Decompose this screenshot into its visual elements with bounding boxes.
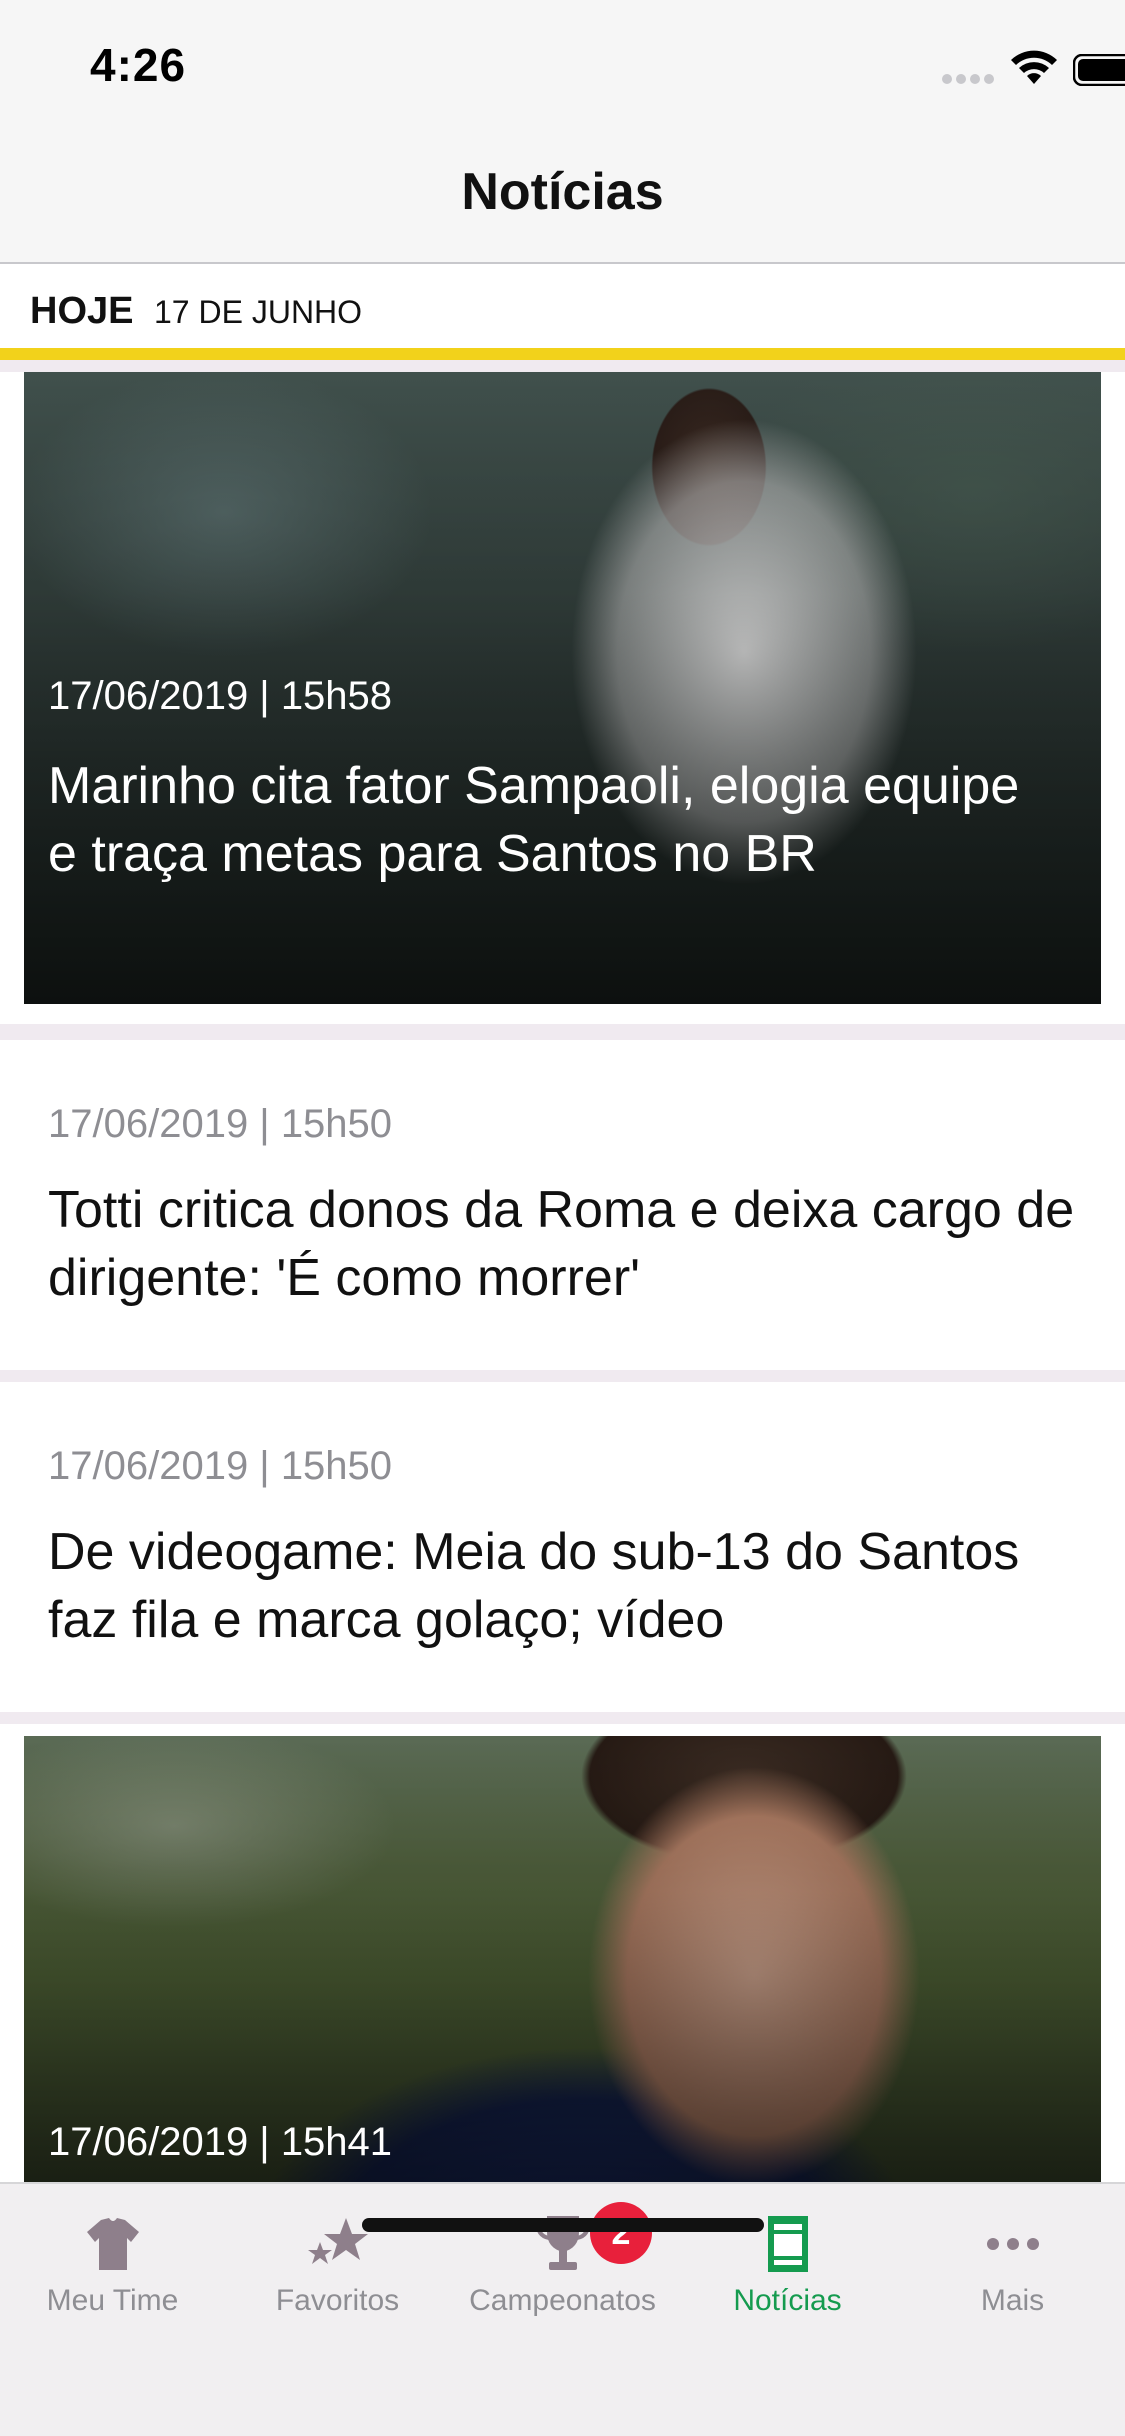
news-datetime: 17/06/2019 | 15h50 [48,1444,393,1488]
notification-badge: 2 [590,2202,652,2264]
news-card[interactable]: 17/06/2019 | 15h41 [0,1724,1125,2182]
page-title: Notícias [461,163,664,221]
news-title: Marinho cita fator Sampaoli, elogia equi… [48,757,1020,883]
news-card[interactable]: 17/06/2019 | 15h50 Totti critica donos d… [0,1040,1125,1370]
today-label: HOJE [30,290,134,332]
stars-icon [307,2218,368,2264]
date-header: HOJE 17 DE JUNHO [0,264,1125,360]
date-label: 17 DE JUNHO [154,294,363,330]
news-title: Totti critica donos da Roma e deixa carg… [48,1181,1075,1307]
tab-label: Campeonatos [469,2284,656,2317]
date-underline [0,348,1125,360]
home-indicator[interactable] [362,2218,764,2232]
news-datetime: 17/06/2019 | 15h41 [48,2120,393,2164]
news-card[interactable]: 17/06/2019 | 15h50 De videogame: Meia do… [0,1382,1125,1712]
tab-label: Mais [980,2284,1045,2317]
cellular-signal-icon [942,74,994,84]
status-bar: 4:26 [0,0,1125,132]
status-time: 4:26 [90,39,187,91]
navigation-bar: Notícias [0,132,1125,264]
tab-label: Notícias [733,2284,842,2317]
tab-label: Meu Time [46,2284,179,2317]
news-card[interactable]: 17/06/2019 | 15h58 Marinho cita fator Sa… [0,372,1125,1024]
tab-meu-time[interactable]: Meu Time [0,2184,225,2334]
newspaper-icon [767,2216,808,2272]
shirt-icon [86,2218,139,2270]
battery-icon [1073,54,1125,86]
more-dots-icon [986,2238,1039,2250]
tab-label: Favoritos [275,2284,400,2317]
news-photo: 17/06/2019 | 15h58 Marinho cita fator Sa… [24,372,1101,1004]
tab-mais[interactable]: Mais [900,2184,1125,2334]
wifi-icon [1011,50,1057,84]
tab-favoritos[interactable]: Favoritos [225,2184,450,2334]
tab-noticias[interactable]: Notícias [675,2184,900,2334]
news-title: De videogame: Meia do sub-13 do Santos f… [48,1523,1020,1649]
news-datetime: 17/06/2019 | 15h50 [48,1102,393,1146]
tab-campeonatos[interactable]: Campeonatos [450,2184,675,2334]
news-datetime: 17/06/2019 | 15h58 [48,674,393,718]
news-photo: 17/06/2019 | 15h41 [24,1736,1101,2182]
